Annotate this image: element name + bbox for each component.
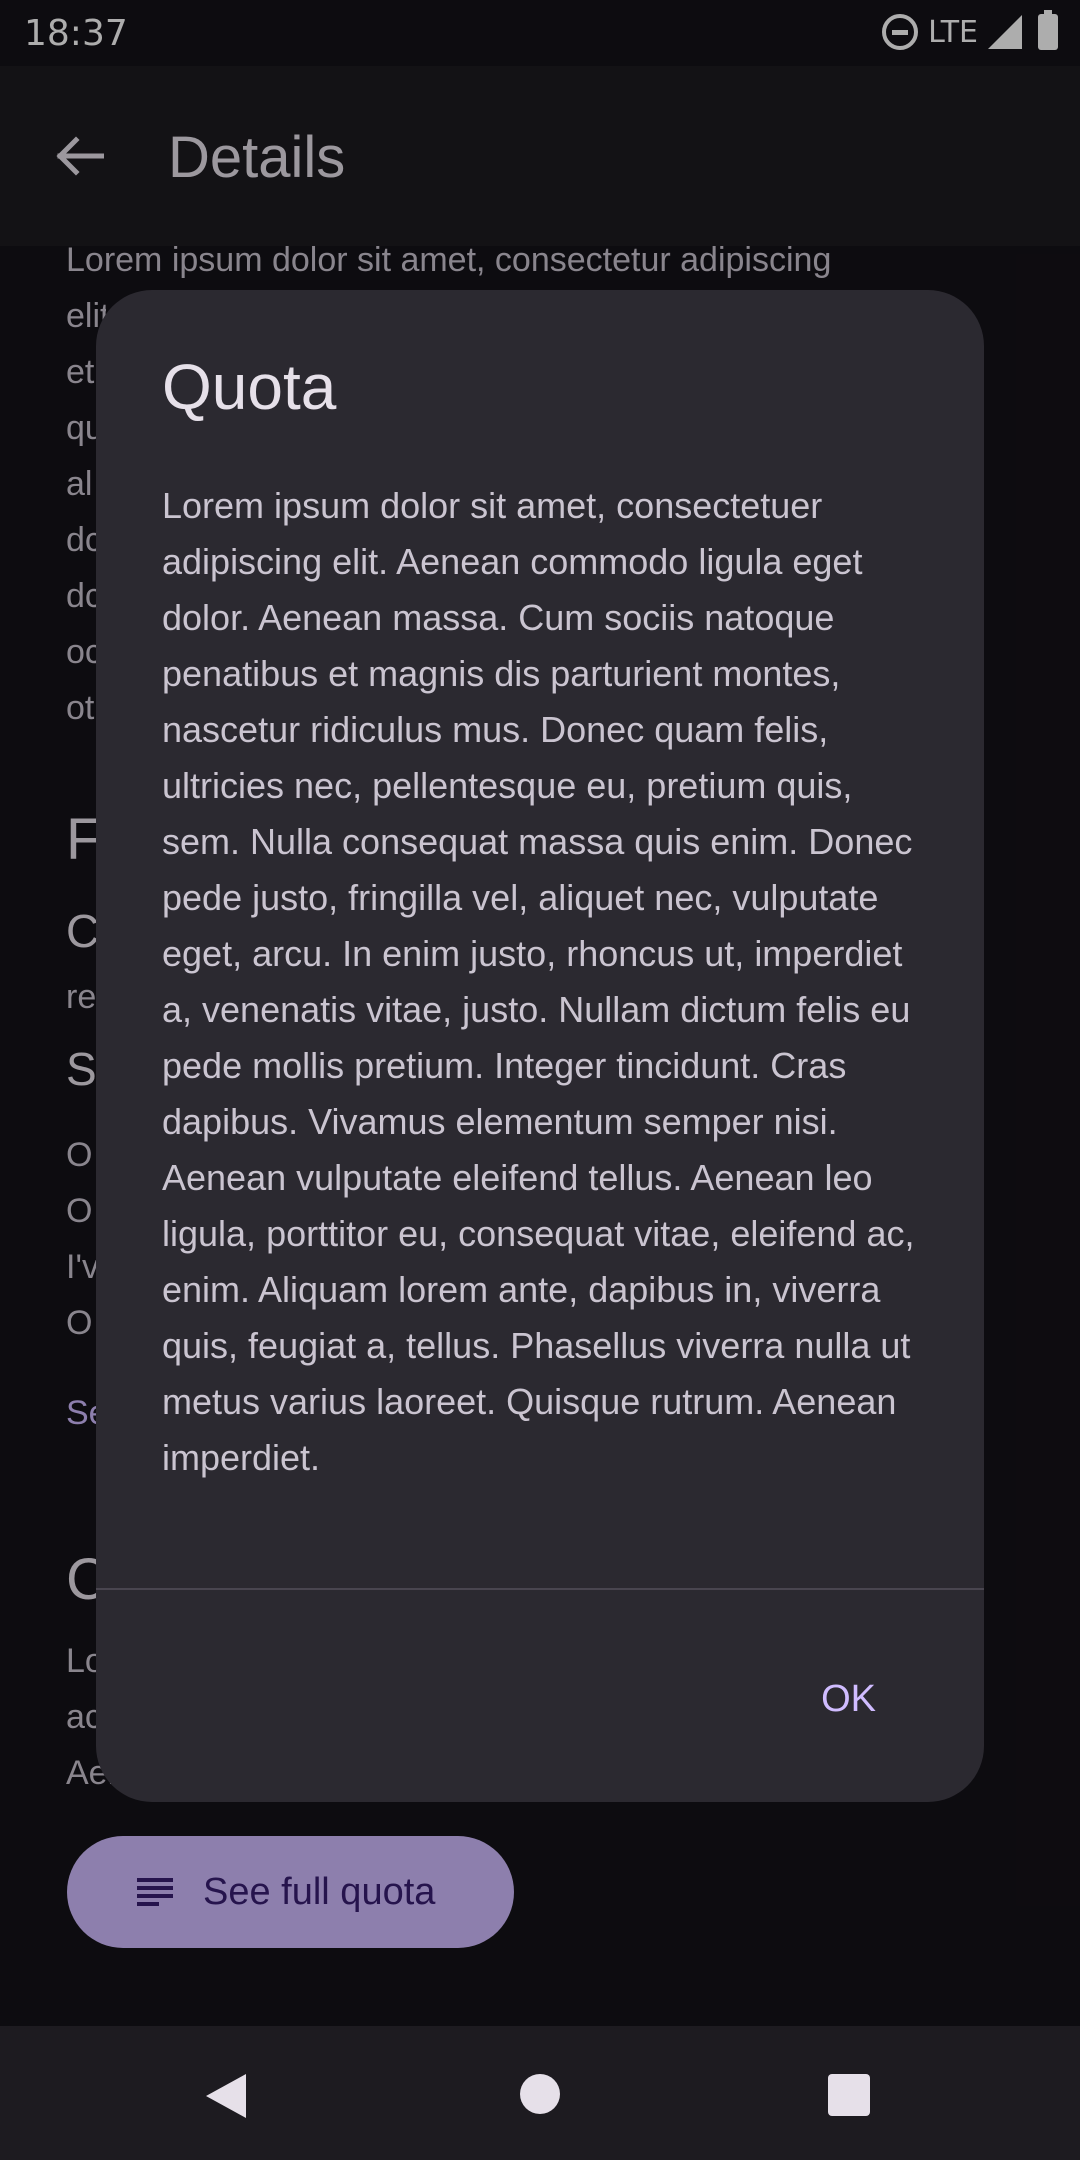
ok-button[interactable]: OK (809, 1670, 888, 1729)
nav-recents-icon[interactable] (828, 2074, 870, 2116)
system-navigation-bar (0, 2026, 1080, 2160)
nav-back-icon[interactable] (206, 2074, 246, 2118)
dialog-body[interactable]: Lorem ipsum dolor sit amet, consectetuer… (162, 478, 932, 1588)
quota-dialog: Quota Lorem ipsum dolor sit amet, consec… (96, 290, 984, 1802)
dialog-divider (96, 1588, 984, 1590)
dialog-title: Quota (162, 351, 337, 423)
nav-home-icon[interactable] (520, 2074, 560, 2114)
